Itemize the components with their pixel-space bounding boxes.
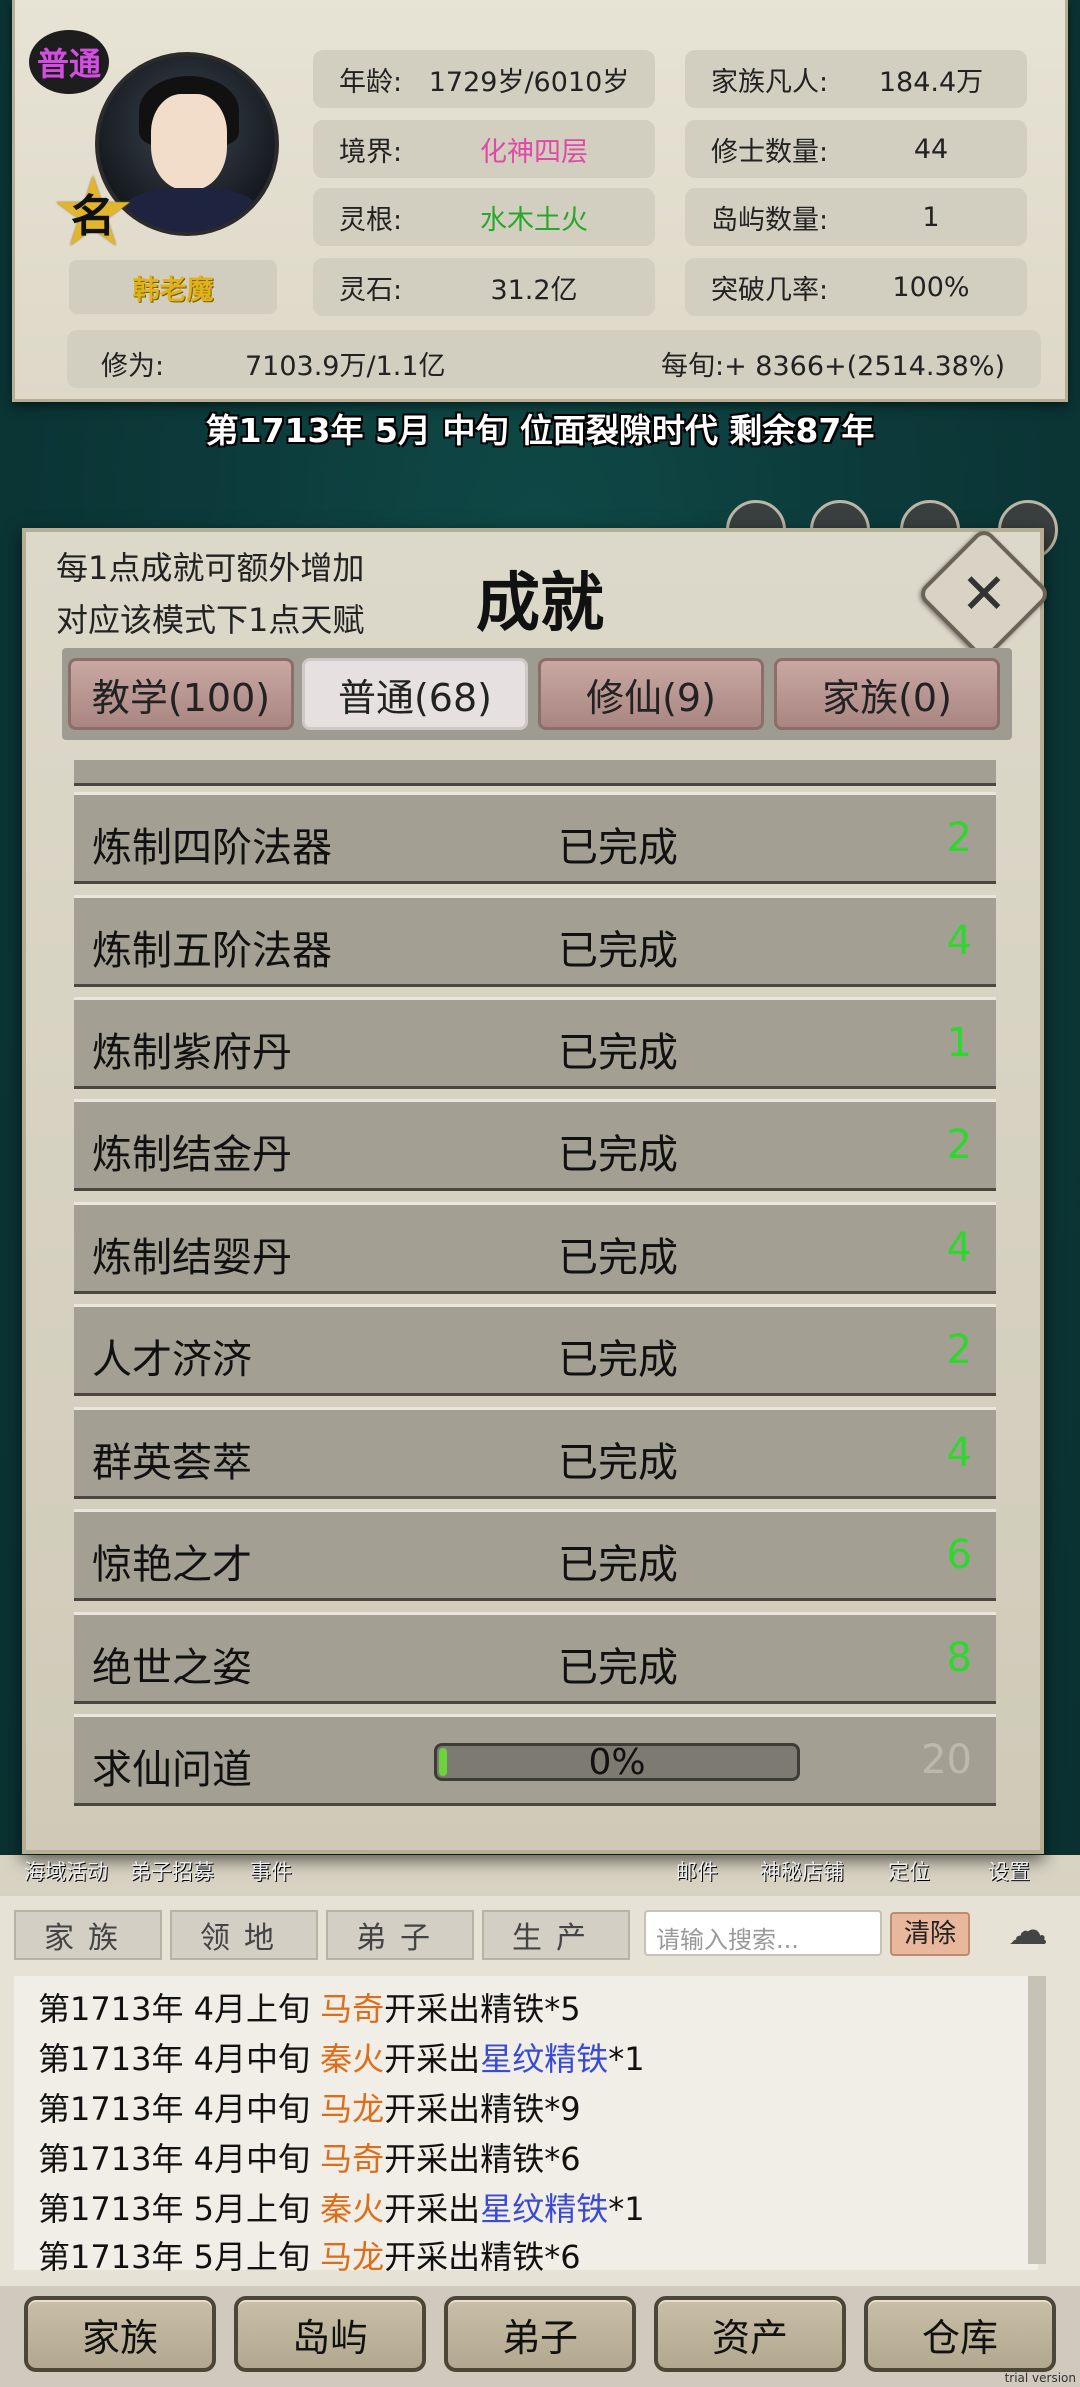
- stat-breakthrough: 突破几率: 100%: [685, 258, 1027, 316]
- log-tab-disciples[interactable]: 弟子: [326, 1910, 474, 1960]
- achievement-dialog: 每1点成就可额外增加 对应该模式下1点天赋 成就 ✕ 教学(100) 普通(68…: [22, 526, 1052, 1854]
- log-entry: 第1713年 4月中旬 马奇开采出精铁*6: [38, 2140, 581, 2178]
- tab-cultivation[interactable]: 修仙(9): [538, 658, 764, 730]
- achievement-tabs: 教学(100) 普通(68) 修仙(9) 家族(0): [62, 648, 1012, 740]
- list-item: 绝世之姿 已完成 8: [74, 1612, 996, 1704]
- stat-age: 年龄: 1729岁/6010岁: [313, 50, 655, 108]
- close-icon: ✕: [960, 561, 1008, 627]
- clear-button[interactable]: 清除: [890, 1912, 970, 1956]
- shortcut-sea-events[interactable]: 海域活动: [24, 1856, 108, 1886]
- log-scrollbar[interactable]: [1028, 1976, 1046, 2264]
- shortcut-events[interactable]: 事件: [250, 1856, 292, 1886]
- log-entry: 第1713年 4月上旬 马奇开采出精铁*5: [38, 1990, 581, 2028]
- shortcut-recruit[interactable]: 弟子招募: [130, 1856, 214, 1886]
- cultivation-bar: 修为: 7103.9万/1.1亿 每旬:+ 8366+(2514.38%): [67, 330, 1041, 388]
- log-tab-production[interactable]: 生产: [482, 1910, 630, 1960]
- watermark: trial version: [1004, 2371, 1076, 2385]
- log-entry: 第1713年 5月上旬 马龙开采出精铁*6: [38, 2238, 581, 2276]
- log-tab-family[interactable]: 家族: [14, 1910, 162, 1960]
- log-search-input[interactable]: 请输入搜索...: [644, 1910, 882, 1956]
- nav-assets-button[interactable]: 资产: [654, 2296, 846, 2372]
- list-item-in-progress: 求仙问道 0% 20: [74, 1714, 996, 1806]
- shortcut-settings[interactable]: 设置: [988, 1856, 1030, 1886]
- list-item: 炼制结金丹 已完成 2: [74, 1099, 996, 1191]
- log-entry: 第1713年 5月上旬 秦火开采出星纹精铁*1: [38, 2190, 645, 2228]
- list-item: 炼制结婴丹 已完成 4: [74, 1202, 996, 1294]
- bottom-nav: 家族 岛屿 弟子 资产 仓库 trial version: [0, 2286, 1080, 2387]
- stat-cultivators: 修士数量: 44: [685, 120, 1027, 178]
- status-panel: 普通 ★ 名 韩老魔 年龄: 1729岁/6010岁 境界: 化神四层 灵根: 水木土火…: [12, 0, 1068, 402]
- shortcut-locate[interactable]: 定位: [888, 1856, 930, 1886]
- achievement-list[interactable]: 炼制四阶法器 已完成 2 炼制五阶法器 已完成 4 炼制紫府丹 已完成 1 炼制…: [74, 760, 1000, 1820]
- nav-islands-button[interactable]: 岛屿: [234, 2296, 426, 2372]
- achievement-note: 每1点成就可额外增加 对应该模式下1点天赋: [56, 549, 365, 639]
- mode-badge: 普通: [29, 30, 109, 94]
- stat-realm: 境界: 化神四层: [313, 120, 655, 178]
- list-item: 炼制五阶法器 已完成 4: [74, 895, 996, 987]
- log-tab-territory[interactable]: 领地: [170, 1910, 318, 1960]
- list-item: 人才济济 已完成 2: [74, 1304, 996, 1396]
- nav-disciples-button[interactable]: 弟子: [444, 2296, 636, 2372]
- rank-star-icon: ★ 名: [49, 156, 137, 268]
- log-panel: 家族 领地 弟子 生产 请输入搜索... 清除 ☁ 第1713年 4月上旬 马奇…: [0, 1896, 1080, 2286]
- progress-bar: 0%: [434, 1742, 800, 1783]
- log-list[interactable]: 第1713年 4月上旬 马奇开采出精铁*5 第1713年 4月中旬 秦火开采出星…: [14, 1976, 1038, 2276]
- character-name: 韩老魔: [69, 260, 277, 314]
- tab-normal[interactable]: 普通(68): [302, 658, 528, 730]
- list-item: [74, 760, 996, 786]
- shortcut-shop[interactable]: 神秘店铺: [760, 1856, 844, 1886]
- close-button[interactable]: ✕: [916, 526, 1052, 662]
- list-item: 炼制紫府丹 已完成 1: [74, 997, 996, 1089]
- list-item: 惊艳之才 已完成 6: [74, 1509, 996, 1601]
- stat-family: 家族凡人: 184.4万: [685, 50, 1027, 108]
- nav-family-button[interactable]: 家族: [24, 2296, 216, 2372]
- tab-family[interactable]: 家族(0): [774, 658, 1000, 730]
- stat-islands: 岛屿数量: 1: [685, 188, 1027, 246]
- cloud-icon[interactable]: ☁: [988, 1908, 1068, 1956]
- list-item: 群英荟萃 已完成 4: [74, 1407, 996, 1499]
- era-banner: 第1713年 5月 中旬 位面裂隙时代 剩余87年: [205, 411, 875, 450]
- log-entry: 第1713年 4月中旬 秦火开采出星纹精铁*1: [38, 2040, 645, 2078]
- stat-root: 灵根: 水木土火: [313, 188, 655, 246]
- tab-teaching[interactable]: 教学(100): [68, 658, 294, 730]
- nav-warehouse-button[interactable]: 仓库: [864, 2296, 1056, 2372]
- dialog-title: 成就: [476, 566, 604, 641]
- shortcut-mail[interactable]: 邮件: [676, 1856, 718, 1886]
- log-entry: 第1713年 4月中旬 马龙开采出精铁*9: [38, 2090, 581, 2128]
- list-item: 炼制四阶法器 已完成 2: [74, 792, 996, 884]
- stat-spirit-stone: 灵石: 31.2亿: [313, 258, 655, 316]
